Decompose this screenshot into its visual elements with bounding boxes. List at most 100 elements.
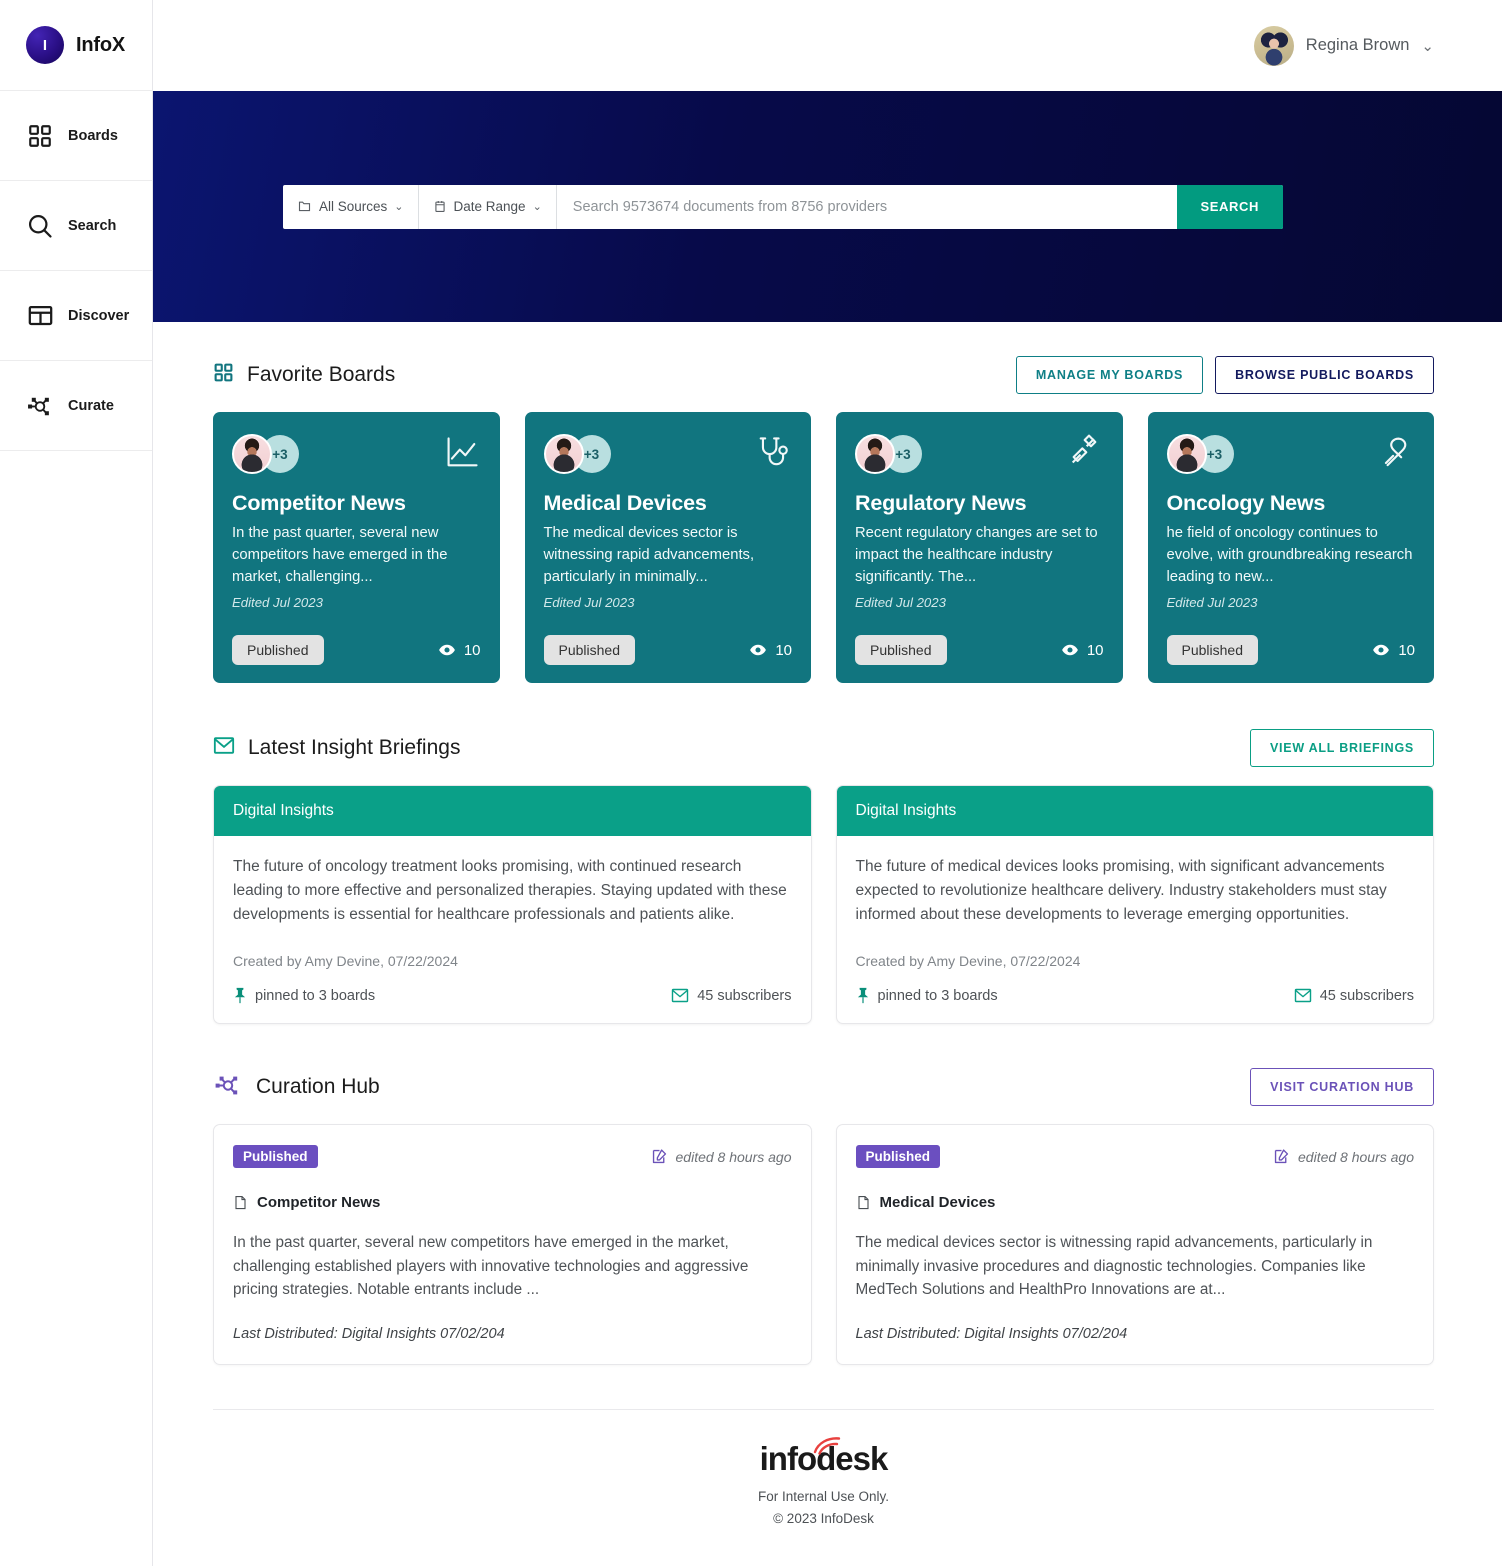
board-description: In the past quarter, several new competi…: [232, 525, 448, 586]
logo-text-pre: inf: [759, 1440, 798, 1478]
briefing-card[interactable]: Digital Insights The future of oncology …: [213, 785, 812, 1025]
view-all-briefings-button[interactable]: VIEW ALL BRIEFINGS: [1249, 729, 1434, 767]
board-card-medical-devices[interactable]: +3 Medical Devices The medical devices s…: [524, 412, 811, 683]
views-value: 10: [1398, 641, 1415, 659]
briefing-header: Digital Insights: [214, 786, 811, 836]
brand[interactable]: I InfoX: [0, 0, 152, 91]
curation-distributed: Last Distributed: Digital Insights 07/02…: [233, 1326, 505, 1343]
eye-icon: [1373, 644, 1390, 656]
section-label: Favorite Boards: [247, 363, 396, 386]
file-icon: [857, 1195, 869, 1210]
board-card-regulatory-news[interactable]: +3 Regulatory News Recent regulatory cha…: [836, 412, 1123, 683]
curation-text: The medical devices sector is witnessing…: [855, 1234, 1373, 1299]
envelope-icon: [213, 736, 235, 760]
user-menu[interactable]: Regina Brown ⌄: [1253, 25, 1434, 66]
network-icon: [213, 1070, 243, 1105]
curation-row: Published edited 8 hours ago Competitor …: [213, 1124, 1434, 1366]
curation-card[interactable]: Published edited 8 hours ago: [835, 1124, 1434, 1366]
section-label: Latest Insight Briefings: [248, 736, 461, 759]
board-label: Competitor News: [257, 1194, 381, 1212]
avatar-group: +3: [232, 434, 299, 474]
status-badge: Published: [233, 1145, 318, 1169]
board-footer: Published 10: [1166, 635, 1415, 665]
board-title: Medical Devices: [543, 491, 707, 515]
footer-internal-use: For Internal Use Only.: [757, 1489, 890, 1505]
status-badge: Published: [1166, 635, 1258, 665]
avatar-group: +3: [1166, 434, 1234, 474]
status-badge: Published: [855, 1145, 941, 1169]
status-badge: Published: [855, 635, 947, 665]
search-button[interactable]: SEARCH: [1176, 184, 1283, 229]
section-label: Curation Hub: [256, 1075, 380, 1099]
board-card-top: +3: [543, 434, 793, 477]
curation-card-top: Published edited 8 hours ago: [855, 1145, 1414, 1169]
status-badge: Published: [232, 635, 324, 665]
pinned-label: pinned to 3 boards: [255, 987, 376, 1004]
sidebar-item-discover[interactable]: Discover: [0, 271, 152, 361]
briefings-actions: VIEW ALL BRIEFINGS: [1249, 729, 1434, 767]
subscribers-label: 45 subscribers: [1319, 987, 1414, 1004]
avatar: [1253, 25, 1294, 66]
pinned-info: pinned to 3 boards: [233, 987, 375, 1004]
search-input[interactable]: [556, 184, 1177, 229]
sidebar-item-search[interactable]: Search: [0, 181, 152, 271]
board-footer: Published 10: [855, 635, 1104, 665]
stethoscope-icon: [754, 434, 792, 477]
briefing-text: The future of oncology treatment looks p…: [233, 858, 787, 924]
ribbon-icon: [1377, 434, 1415, 477]
avatar: [232, 434, 272, 474]
browse-public-boards-button[interactable]: BROWSE PUBLIC BOARDS: [1215, 356, 1434, 394]
curation-text: In the past quarter, several new competi…: [233, 1234, 749, 1299]
user-name: Regina Brown: [1305, 36, 1410, 54]
brand-logo-icon: I: [26, 26, 64, 64]
manage-my-boards-button[interactable]: MANAGE MY BOARDS: [1015, 356, 1204, 394]
signal-waves-icon: [813, 1437, 840, 1455]
curation-title: Curation Hub: [213, 1070, 380, 1105]
main-area: Regina Brown ⌄ All Sources ⌄ Date Range …: [153, 0, 1502, 1566]
board-card-oncology-news[interactable]: +3 Oncology News he field of oncology co…: [1147, 412, 1434, 683]
sources-filter[interactable]: All Sources ⌄: [283, 184, 419, 229]
envelope-icon: [1294, 988, 1311, 1003]
sidebar-item-boards[interactable]: Boards: [0, 91, 152, 181]
footer: infodesk For Internal Use Only. © 2023 I…: [213, 1409, 1434, 1548]
subscribers-info: 45 subscribers: [671, 988, 792, 1004]
sidebar: I InfoX Boards Search Discover Curate: [0, 0, 153, 1566]
network-icon: [26, 392, 54, 420]
board-card-top: +3: [855, 434, 1104, 477]
edit-icon: [652, 1149, 666, 1164]
pinned-info: pinned to 3 boards: [856, 987, 998, 1004]
hero-banner: All Sources ⌄ Date Range ⌄ SEARCH: [153, 91, 1502, 322]
topbar: Regina Brown ⌄: [153, 0, 1502, 91]
curation-distributed: Last Distributed: Digital Insights 07/02…: [855, 1326, 1128, 1343]
board-edited: Edited Jul 2023: [1166, 594, 1258, 610]
briefings-title: Latest Insight Briefings: [213, 736, 460, 760]
pin-icon: [857, 987, 868, 1004]
board-footer: Published 10: [232, 635, 481, 665]
file-icon: [235, 1195, 246, 1210]
status-badge: Published: [543, 635, 635, 665]
search-icon: [26, 212, 54, 240]
briefing-card[interactable]: Digital Insights The future of medical d…: [835, 785, 1434, 1025]
edited-label: edited 8 hours ago: [1298, 1148, 1414, 1165]
briefing-body: The future of oncology treatment looks p…: [214, 836, 811, 1023]
views-count: 10: [749, 641, 792, 659]
visit-curation-hub-button[interactable]: VISIT CURATION HUB: [1250, 1068, 1434, 1107]
sidebar-item-curate[interactable]: Curate: [0, 361, 152, 451]
board-edited: Edited Jul 2023: [232, 594, 323, 610]
board-card-competitor-news[interactable]: +3 Competitor News In the past quarter, …: [213, 412, 500, 683]
curation-actions: VISIT CURATION HUB: [1250, 1068, 1434, 1107]
content: Favorite Boards MANAGE MY BOARDS BROWSE …: [153, 356, 1502, 1548]
eye-icon: [438, 644, 455, 656]
avatar-group: +3: [855, 434, 922, 474]
curation-board-name: Competitor News: [233, 1194, 792, 1211]
grid-icon: [213, 362, 234, 388]
pin-icon: [234, 987, 246, 1004]
board-description: The medical devices sector is witnessing…: [543, 525, 755, 586]
date-range-filter[interactable]: Date Range ⌄: [419, 184, 557, 229]
sidebar-item-label: Search: [68, 217, 117, 234]
sidebar-item-label: Discover: [68, 307, 130, 324]
favorite-boards-actions: MANAGE MY BOARDS BROWSE PUBLIC BOARDS: [1015, 356, 1434, 394]
curation-card[interactable]: Published edited 8 hours ago: [213, 1124, 812, 1366]
pinned-label: pinned to 3 boards: [877, 987, 998, 1004]
chevron-down-icon[interactable]: ⌄: [1421, 37, 1434, 55]
